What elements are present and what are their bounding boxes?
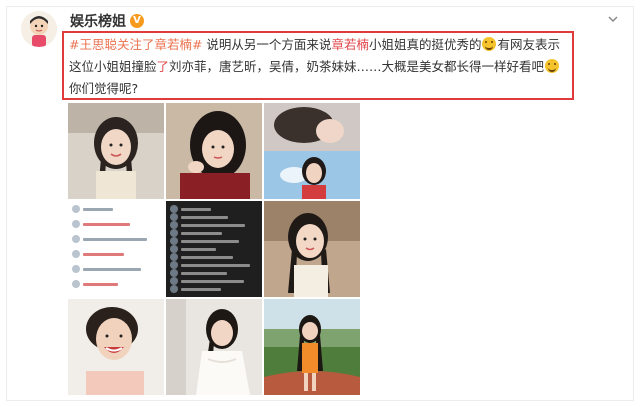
chat-message-line bbox=[83, 252, 124, 256]
photo-8-girl-white-dress[interactable] bbox=[166, 299, 262, 395]
laugh-emoji-icon bbox=[482, 37, 497, 51]
chat-row bbox=[72, 220, 130, 228]
chat-message-line bbox=[181, 287, 221, 291]
chat-message-line bbox=[181, 263, 250, 267]
username[interactable]: 娱乐榜姐 V bbox=[70, 11, 144, 31]
image-grid bbox=[68, 103, 360, 397]
chat-row bbox=[170, 221, 245, 229]
chat-message-line bbox=[181, 207, 211, 211]
post-text-span: 刘亦菲，唐艺昕，吴倩，奶茶妹妹……大概是美女都长得一样好看吧 bbox=[169, 59, 545, 74]
chat-message-line bbox=[181, 247, 216, 251]
photo-6-girl-braids-outdoor[interactable] bbox=[264, 201, 360, 297]
chat-avatar bbox=[170, 285, 178, 293]
hashtag-link[interactable]: #王思聪关注了章若楠# bbox=[69, 37, 202, 52]
laugh-emoji-icon bbox=[545, 59, 560, 73]
post-text-span: 小姐姐真的挺优秀的 bbox=[368, 37, 482, 52]
chat-avatar bbox=[170, 269, 178, 277]
chat-row bbox=[72, 235, 147, 243]
chat-message-line bbox=[181, 255, 233, 259]
verified-badge-icon: V bbox=[130, 14, 144, 28]
chat-avatar bbox=[170, 245, 178, 253]
post-text: #王思聪关注了章若楠# 说明从另一个方面来说章若楠小姐姐真的挺优秀的 有网友表示这… bbox=[69, 34, 569, 100]
chat-message-line bbox=[181, 215, 228, 219]
chat-message-line bbox=[83, 207, 113, 211]
chat-message-line bbox=[181, 223, 245, 227]
chat-message-line bbox=[181, 239, 239, 243]
chat-avatar bbox=[72, 205, 80, 213]
chat-avatar bbox=[170, 277, 178, 285]
chat-message-line bbox=[83, 282, 118, 286]
chat-avatar bbox=[170, 253, 178, 261]
chat-row bbox=[170, 253, 233, 261]
chat-message-line bbox=[181, 271, 227, 275]
chat-avatar bbox=[170, 205, 178, 213]
chat-message-line bbox=[83, 237, 147, 241]
chat-avatar bbox=[72, 250, 80, 258]
chat-row bbox=[72, 265, 141, 273]
chat-row bbox=[170, 245, 216, 253]
chat-row bbox=[170, 229, 222, 237]
highlighted-text: 了 bbox=[156, 59, 170, 74]
photo-1-girl-smiling-braids[interactable] bbox=[68, 103, 164, 199]
chat-row bbox=[170, 261, 250, 269]
chat-avatar bbox=[72, 265, 80, 273]
post-text-span: 你们觉得呢? bbox=[69, 81, 139, 96]
chat-message-line bbox=[181, 231, 222, 235]
chat-message-line bbox=[83, 222, 130, 226]
post-text-span: 说明从另一个方面来说 bbox=[202, 37, 332, 52]
chat-row bbox=[170, 213, 228, 221]
photo-3-collage-girl-sky[interactable] bbox=[264, 103, 360, 199]
chat-avatar bbox=[170, 213, 178, 221]
photo-5-chat-screenshot-dark[interactable] bbox=[166, 201, 262, 297]
chat-row bbox=[170, 237, 239, 245]
highlighted-text: 章若楠 bbox=[331, 37, 369, 52]
photo-9-girl-running-track[interactable] bbox=[264, 299, 360, 395]
chat-row bbox=[72, 280, 118, 288]
photo-7-woman-laughing[interactable] bbox=[68, 299, 164, 395]
chevron-down-icon[interactable] bbox=[606, 12, 620, 26]
chat-message-line bbox=[83, 267, 141, 271]
chat-avatar bbox=[170, 261, 178, 269]
chat-avatar bbox=[72, 280, 80, 288]
chat-message-line bbox=[181, 279, 244, 283]
chat-row bbox=[170, 277, 244, 285]
chat-row bbox=[72, 250, 124, 258]
chat-avatar bbox=[170, 221, 178, 229]
chat-row bbox=[72, 205, 113, 213]
avatar[interactable] bbox=[21, 11, 57, 47]
chat-avatar bbox=[72, 220, 80, 228]
username-text[interactable]: 娱乐榜姐 bbox=[70, 11, 126, 31]
chat-avatar bbox=[170, 229, 178, 237]
chat-row bbox=[170, 205, 211, 213]
photo-2-girl-black-hair[interactable] bbox=[166, 103, 262, 199]
photo-4-chat-screenshot-light[interactable] bbox=[68, 201, 164, 297]
chat-avatar bbox=[170, 237, 178, 245]
chat-avatar bbox=[72, 235, 80, 243]
chat-row bbox=[170, 285, 221, 293]
chat-row bbox=[170, 269, 227, 277]
